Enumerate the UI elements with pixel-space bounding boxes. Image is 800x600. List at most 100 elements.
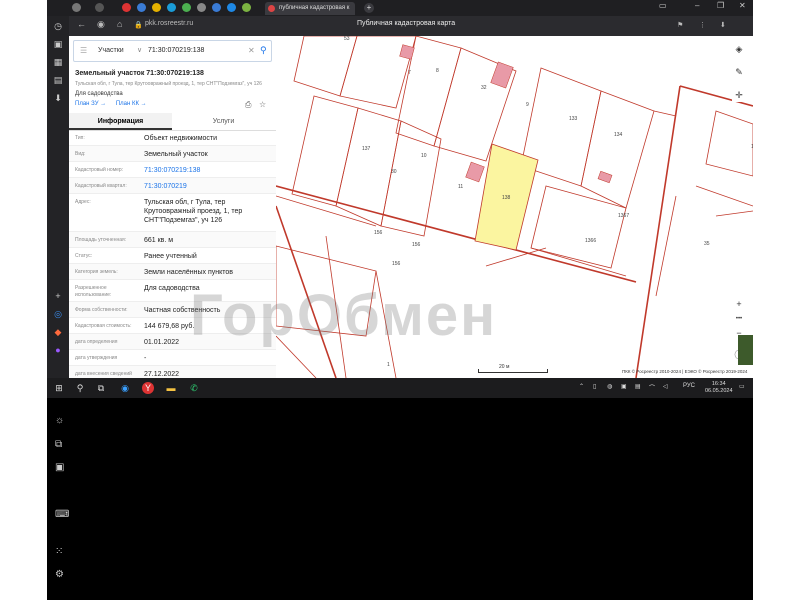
satellite-basemap-thumbnail[interactable]: [738, 335, 753, 365]
info-row-value[interactable]: 71:30:070219: [144, 182, 272, 191]
chevron-down-icon[interactable]: ∨: [137, 46, 142, 54]
settings-gear-icon[interactable]: ⚙: [55, 569, 64, 580]
parcel-7[interactable]: [293, 36, 358, 97]
mail-icon[interactable]: [122, 3, 131, 12]
browser-menu-icon[interactable]: [72, 3, 81, 12]
building: [490, 61, 514, 89]
keyboard-icon[interactable]: ⌨: [55, 509, 69, 520]
search-input[interactable]: 71:30:070219:138: [148, 47, 204, 54]
history-icon[interactable]: ◷: [52, 20, 64, 32]
file-explorer-icon[interactable]: ▬: [165, 382, 177, 394]
window-icon[interactable]: ⧉: [55, 439, 62, 450]
close-icon[interactable]: ✕: [739, 1, 746, 10]
tab-icon[interactable]: [242, 3, 251, 12]
alice-icon[interactable]: ●: [52, 344, 64, 356]
info-row-value: Ранее учтенный: [144, 253, 197, 260]
tab-icon[interactable]: [182, 3, 191, 12]
info-row-value[interactable]: 71:30:070219:138: [144, 166, 272, 175]
messenger-icon[interactable]: ◎: [52, 308, 64, 320]
new-tab-button[interactable]: +: [364, 3, 374, 13]
clear-icon[interactable]: ✕: [248, 46, 255, 55]
layers-icon[interactable]: ◈: [732, 42, 746, 56]
chat-icon[interactable]: ▤: [52, 74, 64, 86]
tab-icon[interactable]: [167, 3, 176, 12]
downloads-icon[interactable]: ⬇: [720, 21, 726, 29]
download-panel-icon[interactable]: ⬇: [52, 92, 64, 104]
clock-time: 16:34: [711, 381, 726, 387]
display-icon[interactable]: ▣: [55, 462, 64, 473]
calendar-icon[interactable]: ▦: [52, 56, 64, 68]
info-row: Тип: Объект недвижимости: [69, 130, 276, 146]
windows-taskbar: ⊞ ⚲ ⧉ ◉ Y ▬ ✆ ⌃ ▯ ◍ ▣ ▤ ⌒ ◁ РУС 16:34 06…: [47, 378, 753, 398]
collections-icon[interactable]: ▣: [52, 38, 64, 50]
plan-links: План ЗУ → План КК →: [75, 101, 155, 107]
tab-icon[interactable]: [197, 3, 206, 12]
profile-icon[interactable]: ◉: [97, 19, 105, 30]
parcel-111[interactable]: [705, 110, 753, 177]
info-row: дата утверждения -: [69, 350, 276, 366]
tab-icon[interactable]: [137, 3, 146, 12]
battery-icon[interactable]: ▯: [593, 383, 596, 390]
tab-icon[interactable]: [227, 3, 236, 12]
info-row-value: -: [144, 355, 147, 362]
map-label: 138: [502, 195, 511, 201]
zoom-level-icon[interactable]: •••: [732, 312, 746, 326]
tab-services[interactable]: Услуги: [172, 113, 275, 130]
favorite-star-icon[interactable]: ☆: [259, 100, 266, 109]
bookmark-page-icon[interactable]: ⚑: [677, 21, 683, 29]
language-indicator[interactable]: РУС: [683, 383, 695, 389]
search-box[interactable]: ☰ Участки ∨ 71:30:070219:138 ✕ ⚲: [73, 40, 272, 62]
layers-filter-icon[interactable]: ☰: [80, 46, 87, 55]
notifications-icon[interactable]: ▭: [739, 383, 745, 390]
add-panel-icon[interactable]: +: [52, 290, 64, 302]
tab-icon[interactable]: [212, 3, 221, 12]
lock-icon[interactable]: 🔒: [134, 21, 143, 29]
plan-zu-link[interactable]: План ЗУ →: [75, 101, 106, 107]
task-view-icon[interactable]: ⧉: [95, 382, 107, 394]
minimize-icon[interactable]: –: [695, 1, 699, 10]
map-label: 1: [387, 362, 390, 368]
map-label: 1366: [585, 238, 596, 244]
tray-app-icon[interactable]: ◍: [607, 383, 612, 390]
search-icon[interactable]: ⚲: [74, 382, 86, 394]
brightness-icon[interactable]: ☼: [55, 415, 64, 426]
ruler-icon[interactable]: ✎: [732, 65, 746, 79]
tray-app-icon[interactable]: ▣: [621, 383, 627, 390]
bookmark-icon[interactable]: ▭: [659, 1, 667, 10]
zoom-in-button[interactable]: +: [732, 297, 746, 311]
tab-icon[interactable]: [152, 3, 161, 12]
page-title: Публичная кадастровая карта: [357, 20, 456, 27]
plan-kk-link[interactable]: План КК →: [116, 101, 147, 107]
tab-icon[interactable]: [95, 3, 104, 12]
parcel-1367[interactable]: [530, 185, 627, 269]
tab-information[interactable]: Информация: [69, 113, 172, 130]
edge-icon[interactable]: ◉: [119, 382, 131, 394]
network-icon[interactable]: ⌒: [649, 383, 655, 392]
zen-icon[interactable]: ◆: [52, 326, 64, 338]
tray-chevron-icon[interactable]: ⌃: [579, 383, 584, 390]
back-icon[interactable]: ←: [77, 19, 86, 29]
apps-grid-icon[interactable]: ⁙: [55, 546, 63, 557]
print-icon[interactable]: ⎙: [245, 100, 251, 110]
active-browser-tab[interactable]: публичная кадастровая к: [265, 2, 355, 15]
parcel-10[interactable]: [335, 107, 402, 227]
info-row: Кадастровый номер: 71:30:070219:138: [69, 162, 276, 178]
whatsapp-icon[interactable]: ✆: [188, 382, 200, 394]
yandex-browser-icon[interactable]: Y: [142, 382, 154, 394]
url-field[interactable]: pkk.rosreestr.ru: [145, 20, 193, 27]
extensions-icon[interactable]: ⋮: [699, 21, 706, 29]
search-icon[interactable]: ⚲: [260, 45, 267, 56]
info-row-key: дата определения: [75, 339, 118, 345]
windows-start-icon[interactable]: ⊞: [53, 382, 65, 394]
maximize-icon[interactable]: ❐: [717, 1, 724, 10]
site-info-icon[interactable]: ⌂: [117, 19, 122, 29]
locate-icon[interactable]: ✛: [732, 88, 746, 102]
search-category[interactable]: Участки: [98, 47, 124, 54]
info-row-value: Тульская обл, г Тула, тер Крутоовражный …: [144, 199, 243, 224]
taskbar-clock[interactable]: 16:34 06.05.2024: [705, 381, 733, 395]
volume-icon[interactable]: ◁: [663, 383, 668, 390]
info-row: Адрес: Тульская обл, г Тула, тер Крутоовр…: [69, 194, 276, 232]
browser-sidebar: ◷ ▣ ▦ ▤ ⬇ + ◎ ◆ ●: [47, 16, 69, 378]
tray-app-icon[interactable]: ▤: [635, 383, 641, 390]
parcel-134[interactable]: [580, 90, 655, 209]
